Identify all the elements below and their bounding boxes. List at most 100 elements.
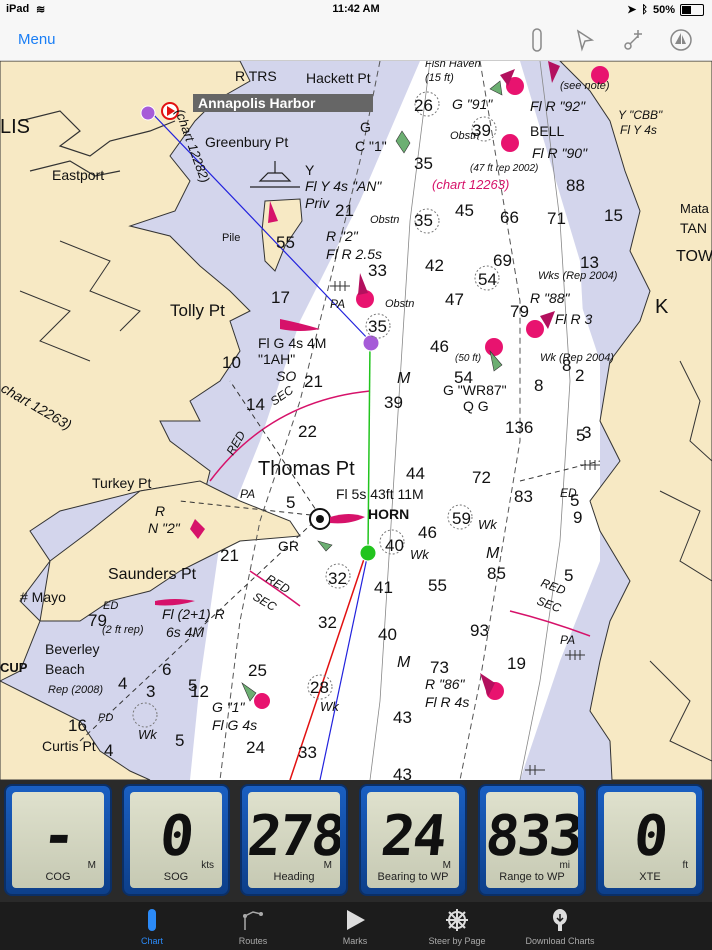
navigate-button[interactable] [568,26,602,54]
battery-percent: 50% [652,3,675,16]
label-fl-r-2-5s: Fl R 2.5s [326,246,382,262]
gauge-display: - M COG [12,792,104,888]
gauge-unit: M [87,860,96,871]
sounding-depth: 3 [146,682,155,701]
label-greenbury-pt: Greenbury Pt [205,134,288,150]
gauge-label: Heading [273,871,315,883]
tab-bar: Chart Routes Marks Steer by Page Downloa… [0,902,712,950]
battery-icon [680,3,704,16]
tab-steer-label: Steer by Page [428,936,486,946]
sounding-depth: 2 [575,366,584,385]
label-y: Y [305,162,315,178]
nautical-chart[interactable]: Annapolis Harbor Thomas Pt Tolly Pt Turk… [0,61,712,780]
gauge-display: 833 mi Range to WP [486,792,578,888]
label-r86: R "86" [425,676,466,692]
sounding-depth: 25 [248,661,267,680]
sailboat-button[interactable] [664,26,698,54]
route-plus-icon [624,30,642,50]
gauge-label: Range to WP [499,871,565,883]
tab-routes[interactable]: Routes [203,902,303,950]
sounding-depth: 28 [310,678,329,697]
label-saunders-pt: Saunders Pt [108,566,197,583]
label-mayo: # Mayo [20,589,66,605]
tab-download-charts[interactable]: Download Charts [510,902,610,950]
gauge-display: 0 ft XTE [604,792,696,888]
routes-icon [243,911,263,930]
sounding-depth: 45 [455,201,474,220]
gauge-sog[interactable]: 0 kts SOG [122,784,230,896]
label-pd: PD [98,712,113,724]
label-eastport: Eastport [52,167,104,183]
label-wk-2: Wk [410,547,430,562]
label-pa: PA [240,487,255,501]
sounding-depth: 10 [222,353,241,372]
gauge-heading[interactable]: 278 M Heading [240,784,348,896]
gauge-xte[interactable]: 0 ft XTE [596,784,704,896]
label-fly4s: Fl Y 4s [620,123,657,137]
tab-marks[interactable]: Marks [305,902,405,950]
label-matapeake: Mata [680,201,710,216]
label-qg: Q G [463,398,489,414]
sounding-depth: 43 [393,708,412,727]
bluetooth-icon: ᛒ [641,3,648,16]
sounding-depth: 17 [271,288,290,307]
tab-steer-by-page[interactable]: Steer by Page [407,902,507,950]
label-g: G [360,119,371,135]
instrument-panel: - M COG 0 kts SOG 278 M Heading 24 M Bearing to WP 8… [0,780,712,902]
sounding-depth: 4 [104,741,113,760]
nav-bar: Menu [0,20,712,61]
label-50ft: (50 ft) [455,353,481,364]
toolbar [520,26,698,54]
label-2ft-rep: (2 ft rep) [102,624,144,636]
sounding-depth: 85 [487,564,506,583]
label-r: R [155,503,165,519]
menu-button[interactable]: Menu [18,31,56,48]
label-chart-12263: (chart 12263) [432,177,509,192]
sounding-depth: 93 [470,621,489,640]
tab-marks-label: Marks [342,936,368,946]
label-bell: BELL [530,123,564,139]
label-obstn-2: Obstn [370,214,399,226]
sounding-depth: 35 [414,211,433,230]
gauge-cog[interactable]: - M COG [4,784,112,896]
label-light-main: Fl 5s 43ft 11M [336,486,424,502]
label-pa-2: PA [330,297,345,311]
anchor-alarm-button[interactable] [520,26,554,54]
gauge-bearing-to-wp[interactable]: 24 M Bearing to WP [359,784,467,896]
gauge-label: SOG [163,871,189,883]
tab-chart-label: Chart [140,936,163,946]
sounding-depth: 42 [425,256,444,275]
sounding-depth: 46 [418,523,437,542]
label-rep-2008: Rep (2008) [48,684,103,696]
sounding-depth: 43 [393,765,412,780]
download-charts-icon [553,909,567,931]
location-icon: ➤ [627,4,637,16]
label-turkey-pt: Turkey Pt [92,475,151,491]
label-so: SO [276,368,296,384]
sounding-depth: 8 [534,376,543,395]
gauge-unit: M [442,860,451,871]
label-fl-r-90: Fl R "90" [532,145,588,161]
sounding-depth: 71 [547,209,566,228]
gauge-range-to-wp[interactable]: 833 mi Range to WP [478,784,586,896]
label-beverley: Beverley [45,641,99,657]
label-wk-3: Wk [320,699,340,714]
label-wk: Wk [478,517,498,532]
label-priv: Priv [305,195,330,211]
sounding-depth: 46 [430,337,449,356]
label-fl-r-4s: Fl R 4s [425,694,469,710]
route-tool-button[interactable] [616,26,650,54]
label-tolly-pt: Tolly Pt [170,301,225,320]
sounding-depth: 16 [68,716,87,735]
label-m-2: M [486,545,500,562]
waypoint-start [140,105,156,121]
gauge-label: Bearing to WP [377,871,449,883]
tab-chart[interactable]: Chart [102,902,202,950]
label-1ah: "1AH" [258,351,295,367]
sounding-depth: 21 [220,546,239,565]
label-horn: HORN [368,506,409,522]
status-bar: iPad ≋ 11:42 AM ➤ ᛒ 50% [0,0,712,20]
label-r2: R "2" [326,228,359,244]
sounding-depth: 21 [304,372,323,391]
label-beach: Beach [45,661,85,677]
